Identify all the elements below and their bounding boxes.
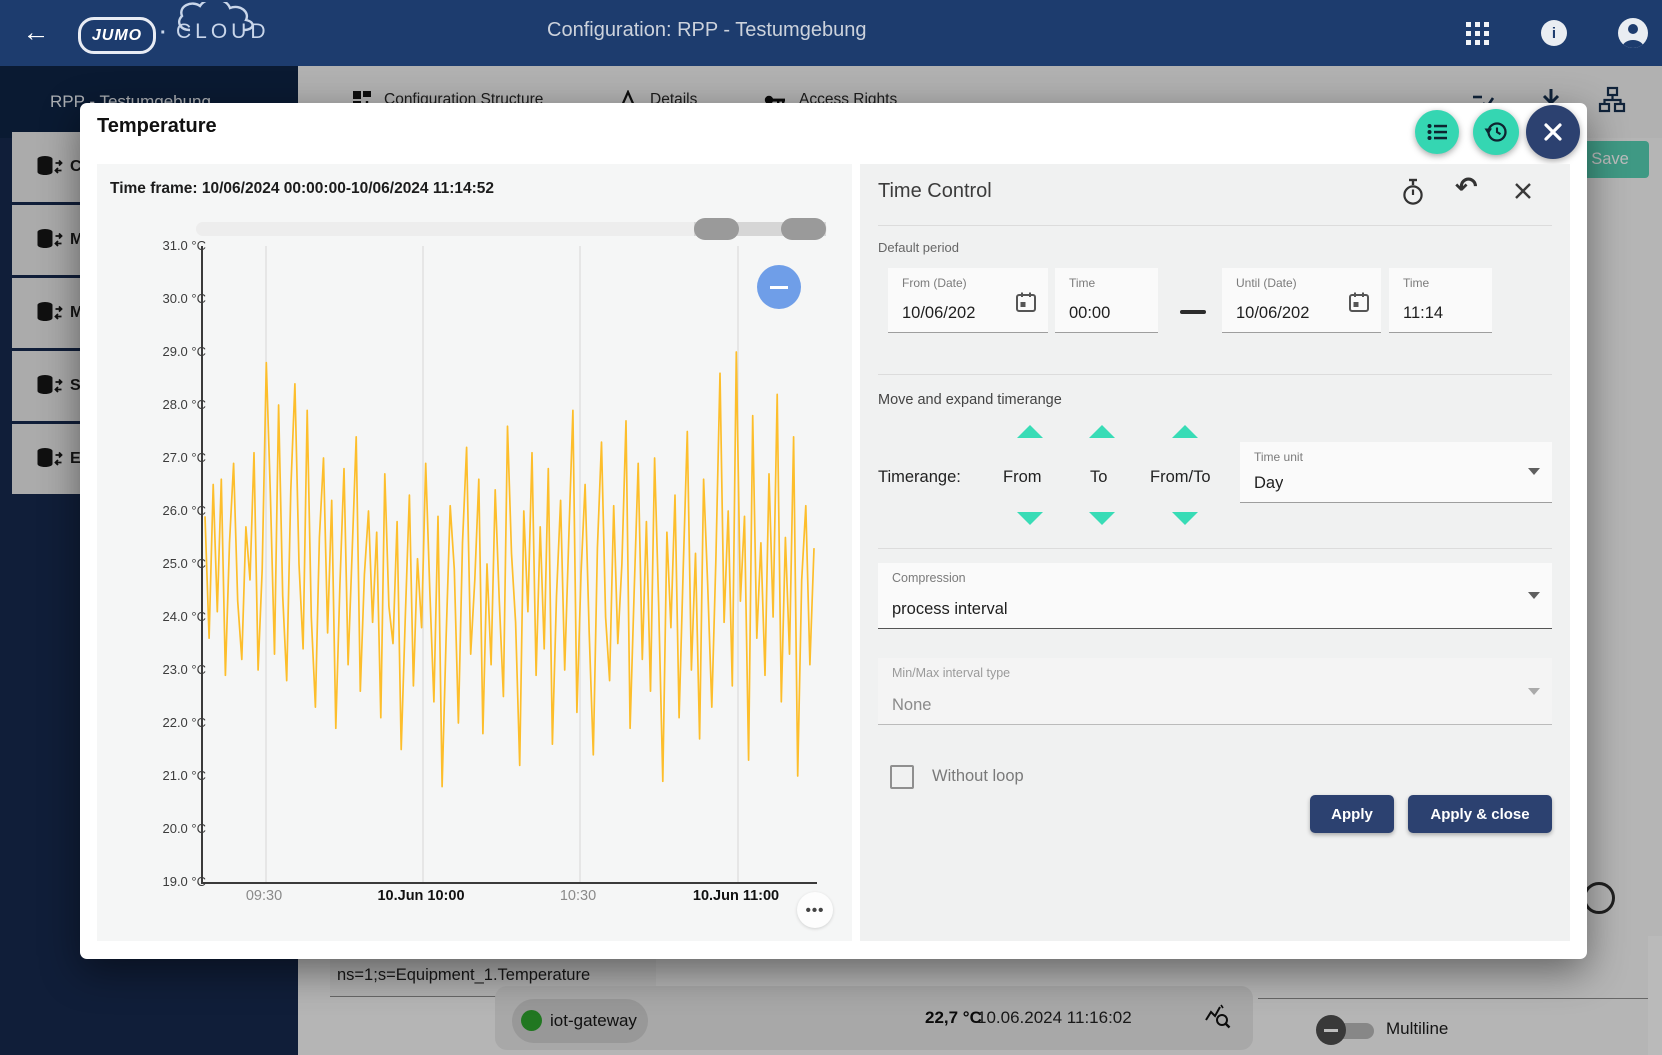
slider-handle-right[interactable] xyxy=(781,218,826,240)
y-axis-tick-label: 23.0 °C xyxy=(136,662,206,677)
time-unit-select[interactable]: Time unit Day xyxy=(1240,442,1552,503)
increase-from-button[interactable] xyxy=(1017,425,1043,438)
field-value: 00:00 xyxy=(1069,304,1110,323)
time-control-close-icon[interactable] xyxy=(1512,180,1534,207)
timerange-option-fromto: From/To xyxy=(1150,468,1211,487)
field-value: process interval xyxy=(892,600,1008,619)
dialog-close-button[interactable] xyxy=(1526,105,1580,159)
chart-more-button[interactable]: ••• xyxy=(797,892,833,928)
field-value: Day xyxy=(1254,474,1283,493)
field-label: Compression xyxy=(892,571,966,585)
y-axis-tick-label: 21.0 °C xyxy=(136,768,206,783)
y-axis-tick-label: 30.0 °C xyxy=(136,291,206,306)
field-label: Min/Max interval type xyxy=(892,666,1010,680)
field-label: Time unit xyxy=(1254,450,1303,464)
app-bar: ← JUMO · CLOUD Configuration: RPP - Test… xyxy=(0,0,1662,66)
apply-button[interactable]: Apply xyxy=(1310,795,1394,833)
field-value: 10/06/202 xyxy=(902,304,994,323)
calendar-icon[interactable] xyxy=(1014,290,1038,314)
field-value: None xyxy=(892,696,931,715)
timerange-option-to: To xyxy=(1090,468,1107,487)
field-value: 11:14 xyxy=(1403,304,1443,323)
chevron-down-icon xyxy=(1528,592,1540,599)
increase-to-button[interactable] xyxy=(1089,425,1115,438)
apps-grid-icon[interactable] xyxy=(1466,22,1489,50)
without-loop-label: Without loop xyxy=(932,767,1024,786)
decrease-to-button[interactable] xyxy=(1089,512,1115,525)
x-axis-tick-label: 09:30 xyxy=(194,888,334,904)
temperature-line-chart xyxy=(203,246,817,882)
compression-select[interactable]: Compression process interval xyxy=(878,563,1552,629)
history-icon xyxy=(1482,118,1510,146)
list-icon xyxy=(1424,119,1450,145)
until-date-field[interactable]: Until (Date) 10/06/202 xyxy=(1222,268,1381,333)
decrease-from-button[interactable] xyxy=(1017,512,1043,525)
until-time-field[interactable]: Time 11:14 xyxy=(1389,268,1492,333)
calendar-icon[interactable] xyxy=(1347,290,1371,314)
y-axis-tick-label: 28.0 °C xyxy=(136,397,206,412)
screen: RPP - Testumgebung C M xyxy=(0,0,1662,1055)
time-frame-label: Time frame: 10/06/2024 00:00:00-10/06/20… xyxy=(110,180,494,198)
apply-button-label: Apply xyxy=(1331,806,1373,823)
chevron-down-icon xyxy=(1528,468,1540,475)
x-axis-tick-label: 10:30 xyxy=(508,888,648,904)
account-icon[interactable] xyxy=(1618,18,1648,48)
back-arrow-icon[interactable]: ← xyxy=(18,14,54,50)
temperature-dialog: Temperature xyxy=(80,103,1587,959)
field-label: Time xyxy=(1069,276,1095,290)
y-axis-tick-label: 26.0 °C xyxy=(136,503,206,518)
from-date-field[interactable]: From (Date) 10/06/202 xyxy=(888,268,1048,333)
divider xyxy=(878,225,1552,226)
y-axis-tick-label: 19.0 °C xyxy=(136,874,206,889)
cloud-logo-text: CLOUD xyxy=(176,20,270,44)
x-axis-tick-label: 10.Jun 11:00 xyxy=(666,888,806,904)
dialog-title: Temperature xyxy=(97,115,217,138)
slider-handle-left[interactable] xyxy=(694,218,739,240)
field-label: Time xyxy=(1403,276,1429,290)
jumo-logo: JUMO xyxy=(78,17,156,54)
channel-list-button[interactable] xyxy=(1415,110,1459,154)
y-axis-tick-label: 25.0 °C xyxy=(136,556,206,571)
undo-icon[interactable]: ↶ xyxy=(1455,172,1478,203)
page-title: Configuration: RPP - Testumgebung xyxy=(547,19,866,42)
ellipsis-icon: ••• xyxy=(806,902,825,919)
field-value: 10/06/202 xyxy=(1236,304,1328,323)
y-axis-tick-label: 22.0 °C xyxy=(136,715,206,730)
apply-close-button-label: Apply & close xyxy=(1430,806,1529,823)
timerange-option-from: From xyxy=(1003,468,1042,487)
x-axis-tick-label: 10.Jun 10:00 xyxy=(351,888,491,904)
y-axis-tick-label: 24.0 °C xyxy=(136,609,206,624)
y-axis-tick-label: 31.0 °C xyxy=(136,238,206,253)
time-control-title: Time Control xyxy=(878,180,992,203)
field-label: From (Date) xyxy=(902,276,967,290)
time-history-button[interactable] xyxy=(1473,109,1519,155)
move-expand-label: Move and expand timerange xyxy=(878,392,1062,408)
apply-close-button[interactable]: Apply & close xyxy=(1408,795,1552,833)
timer-icon[interactable] xyxy=(1400,178,1426,211)
y-axis-tick-label: 29.0 °C xyxy=(136,344,206,359)
default-period-label: Default period xyxy=(878,240,959,255)
increase-fromto-button[interactable] xyxy=(1172,425,1198,438)
range-dash xyxy=(1180,310,1206,314)
chart-panel: Time frame: 10/06/2024 00:00:00-10/06/20… xyxy=(97,164,852,941)
time-control-panel: Time Control ↶ Default period xyxy=(860,164,1570,941)
from-time-field[interactable]: Time 00:00 xyxy=(1055,268,1158,333)
y-axis-tick-label: 20.0 °C xyxy=(136,821,206,836)
logo-separator-dot: · xyxy=(160,22,167,45)
x-axis-line xyxy=(201,882,817,884)
divider xyxy=(878,374,1552,375)
minmax-interval-select[interactable]: Min/Max interval type None xyxy=(878,658,1552,725)
timerange-label: Timerange: xyxy=(878,468,961,487)
close-icon xyxy=(1540,119,1566,145)
jumo-logo-text: JUMO xyxy=(92,27,142,45)
divider xyxy=(878,548,1552,549)
y-axis-tick-label: 27.0 °C xyxy=(136,450,206,465)
info-icon[interactable]: i xyxy=(1541,20,1567,46)
chevron-down-icon xyxy=(1528,688,1540,695)
decrease-fromto-button[interactable] xyxy=(1172,512,1198,525)
without-loop-checkbox[interactable] xyxy=(890,765,914,789)
field-label: Until (Date) xyxy=(1236,276,1297,290)
